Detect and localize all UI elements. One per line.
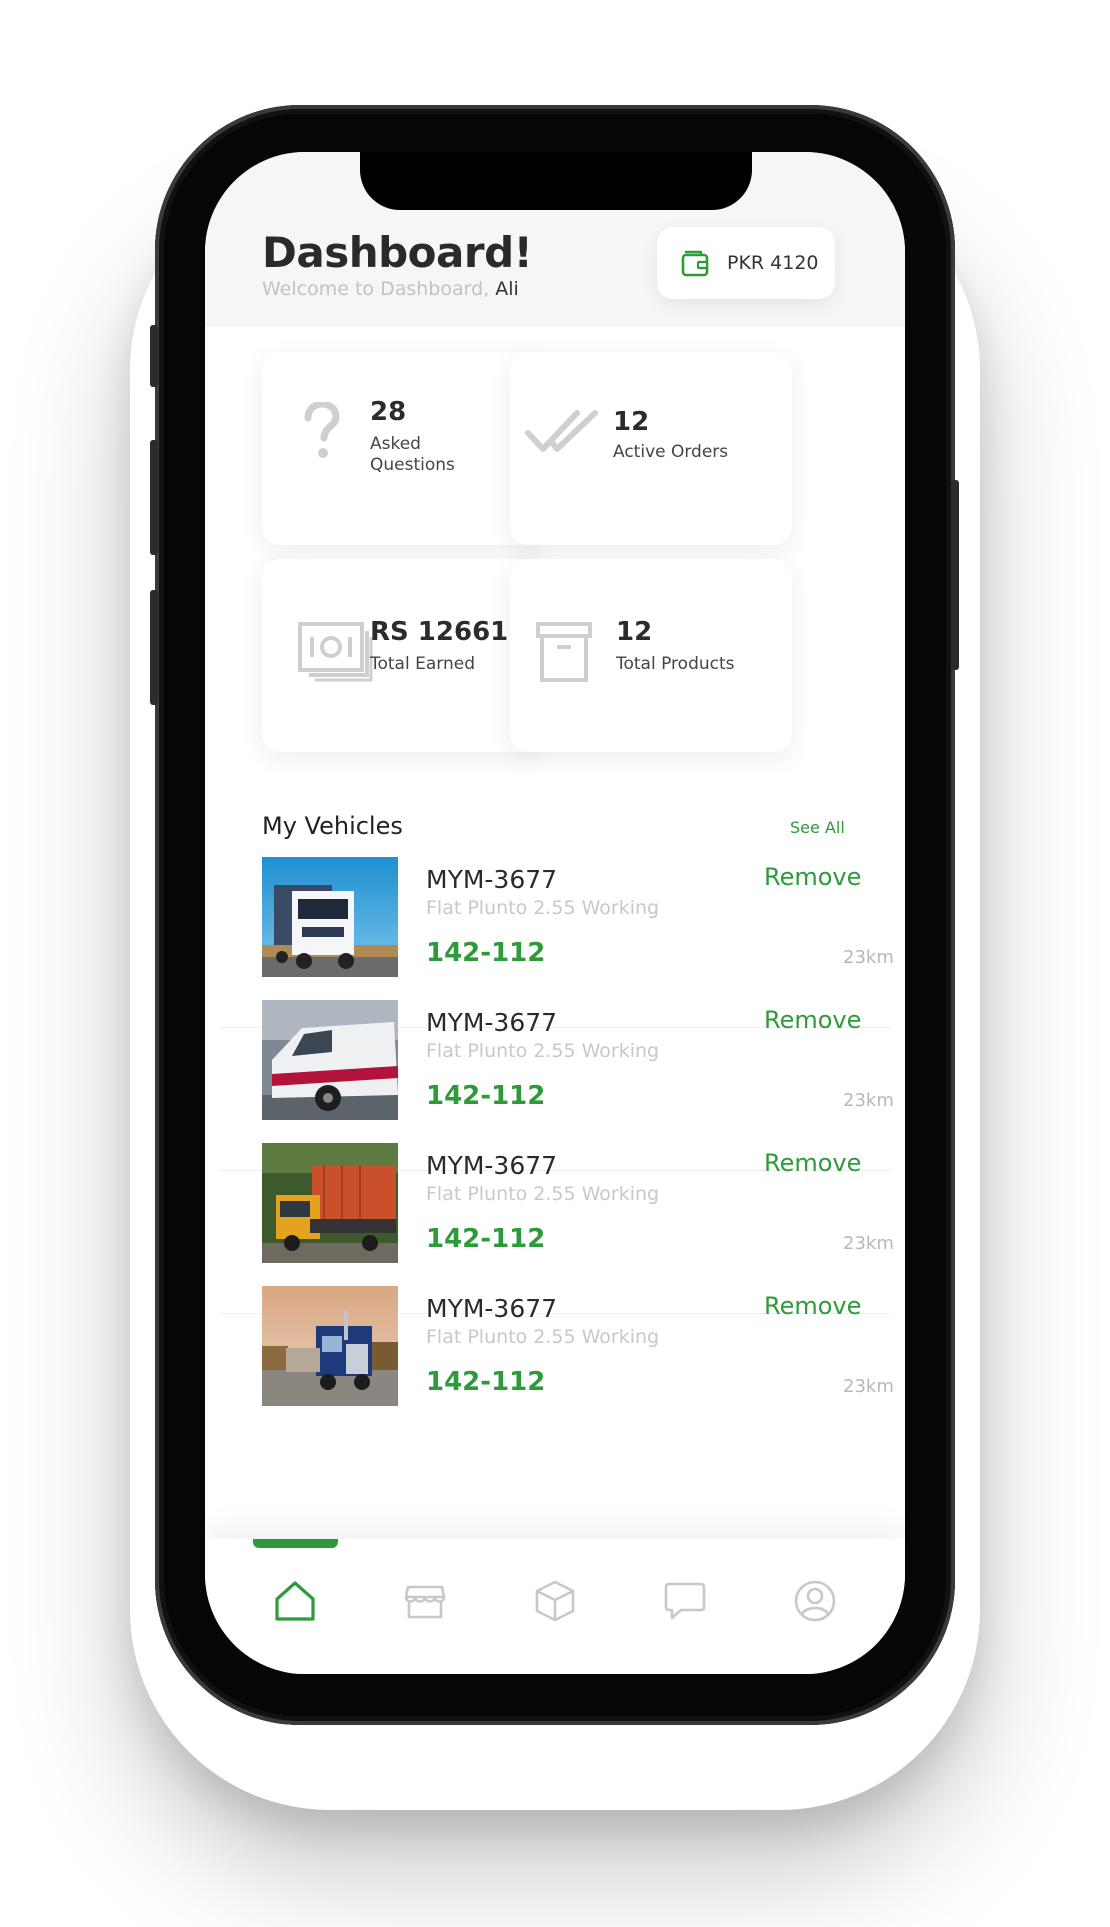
vehicle-plate: MYM-3677 [426,1151,558,1180]
wallet-amount: PKR 4120 [727,252,819,274]
white-van-photo [262,1000,398,1120]
vehicle-plate: MYM-3677 [426,1294,558,1323]
stat-card-orders[interactable]: 12 Active Orders [510,352,792,545]
power-button [951,480,959,670]
active-tab-indicator [253,1539,338,1548]
vehicle-item[interactable]: MYM-3677 Flat Plunto 2.55 Working 142-11… [219,1281,894,1457]
vehicle-distance: 23km [843,1233,894,1254]
vehicle-number: 142-112 [426,1081,546,1111]
stat-label: Total Products [616,654,735,674]
double-check-icon [525,410,598,452]
welcome-label: Welcome to Dashboard, [262,278,490,300]
question-icon [304,402,340,458]
vehicle-description: Flat Plunto 2.55 Working [426,1326,660,1348]
stat-card-questions[interactable]: 28 Asked Questions [262,352,544,545]
stat-label: Asked Questions [370,434,455,475]
vehicle-description: Flat Plunto 2.55 Working [426,1040,660,1062]
vehicle-number: 142-112 [426,1224,546,1254]
store-icon [404,1585,446,1619]
mute-switch [150,325,158,387]
white-truck-photo [262,857,398,977]
vehicle-number: 142-112 [426,1367,546,1397]
bottom-navigation [205,1539,905,1674]
vehicle-distance: 23km [843,947,894,968]
nav-profile[interactable] [765,1567,865,1637]
vehicle-plate: MYM-3677 [426,865,558,894]
volume-down-button [150,590,158,705]
stat-label: Total Earned [370,654,475,674]
remove-button[interactable]: Remove [764,1292,861,1320]
stat-value: RS 12661 [370,617,509,647]
notch [360,152,752,210]
nav-store[interactable] [375,1567,475,1637]
stat-value: 12 [616,617,653,647]
wallet-balance-button[interactable]: PKR 4120 [657,227,835,299]
profile-icon [794,1580,836,1622]
cash-stack-icon [298,622,373,682]
remove-button[interactable]: Remove [764,1006,861,1034]
vehicle-plate: MYM-3677 [426,1008,558,1037]
stat-label: Active Orders [613,442,729,462]
remove-button[interactable]: Remove [764,863,861,891]
volume-up-button [150,440,158,555]
section-title: My Vehicles [262,812,403,840]
box-icon [535,1580,575,1622]
chat-icon [664,1582,706,1620]
container-truck-photo [262,1143,398,1263]
nav-home[interactable] [245,1567,345,1637]
vehicle-number: 142-112 [426,938,546,968]
remove-button[interactable]: Remove [764,1149,861,1177]
wallet-icon [681,250,709,277]
nav-messages[interactable] [635,1567,735,1637]
vehicle-description: Flat Plunto 2.55 Working [426,1183,660,1205]
welcome-text: Welcome to Dashboard, Ali [262,278,519,300]
vehicle-distance: 23km [843,1090,894,1111]
home-icon [275,1581,315,1621]
vehicle-distance: 23km [843,1376,894,1397]
nav-products[interactable] [505,1567,605,1637]
vehicle-description: Flat Plunto 2.55 Working [426,897,660,919]
page-title: Dashboard! [262,228,533,277]
stat-card-earned[interactable]: RS 12661 Total Earned [262,559,544,752]
stat-card-products[interactable]: 12 Total Products [510,559,792,752]
stat-value: 12 [613,407,650,437]
see-all-link[interactable]: See All [790,818,845,837]
blue-semi-truck-photo [262,1286,398,1406]
stat-value: 28 [370,397,407,427]
archive-box-icon [536,622,592,682]
phone-screen: Dashboard! Welcome to Dashboard, Ali PKR… [205,152,905,1674]
username: Ali [495,278,519,300]
